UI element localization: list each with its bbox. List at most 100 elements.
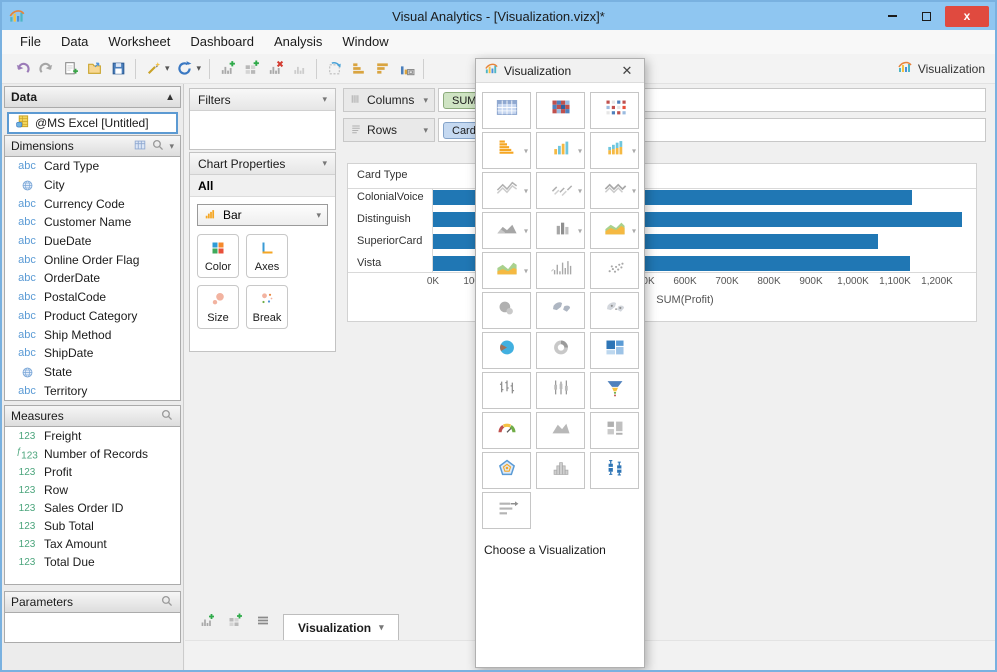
viz-type-funnel[interactable] [590, 372, 639, 409]
field-number-of-records[interactable]: ƒ123Number of Records [5, 445, 180, 463]
viz-type-box-plot[interactable] [590, 452, 639, 489]
viz-type-map[interactable] [536, 292, 585, 329]
viz-type-bar-stacked[interactable]: ▾ [590, 132, 639, 169]
viz-type-map-marks[interactable] [590, 292, 639, 329]
viz-type-bubble[interactable] [482, 292, 531, 329]
field-sales-order-id[interactable]: 123Sales Order ID [5, 499, 180, 517]
field-card-type[interactable]: abcCard Type [5, 157, 180, 176]
chevron-down-icon[interactable]: ▾ [578, 226, 582, 235]
viz-type-sparkline[interactable] [536, 252, 585, 289]
field-online-order-flag[interactable]: abcOnline Order Flag [5, 250, 180, 269]
refresh-icon[interactable] [173, 57, 197, 81]
viz-type-line-jump[interactable]: ▾ [590, 172, 639, 209]
field-product-category[interactable]: abcProduct Category [5, 307, 180, 326]
chevron-down-icon[interactable]: ▾ [632, 146, 636, 155]
chevron-down-icon[interactable]: ▾ [322, 158, 327, 169]
viz-type-stock-hlc[interactable] [482, 372, 531, 409]
chevron-down-icon[interactable]: ▾ [423, 95, 428, 106]
tab-visualization[interactable]: Visualization ▾ [283, 614, 399, 640]
field-profit[interactable]: 123Profit [5, 463, 180, 481]
delete-worksheet-icon[interactable] [263, 57, 287, 81]
add-dashboard-icon[interactable] [239, 57, 263, 81]
viz-type-donut[interactable] [536, 332, 585, 369]
viz-type-bar-horizontal[interactable]: ▾ [482, 132, 531, 169]
maximize-button[interactable] [909, 6, 943, 26]
search-icon[interactable] [160, 594, 174, 611]
chart-properties-header[interactable]: Chart Properties ▾ [190, 153, 335, 175]
field-shipdate[interactable]: abcShipDate [5, 344, 180, 363]
viz-type-bullet[interactable] [482, 492, 531, 529]
add-dashboard-icon[interactable] [223, 609, 247, 633]
viz-type-pie[interactable] [482, 332, 531, 369]
viz-type-radar[interactable] [482, 452, 531, 489]
viz-type-heat-map[interactable] [536, 92, 585, 129]
field-duedate[interactable]: abcDueDate [5, 232, 180, 251]
size-button[interactable]: Size [197, 285, 239, 329]
viz-type-scatter[interactable] [590, 252, 639, 289]
filters-card-header[interactable]: Filters ▾ [190, 89, 335, 111]
viz-type-treemap[interactable] [590, 332, 639, 369]
break-button[interactable]: Break [246, 285, 288, 329]
field-row[interactable]: 123Row [5, 481, 180, 499]
viz-type-gauge[interactable] [482, 412, 531, 449]
field-orderdate[interactable]: abcOrderDate [5, 269, 180, 288]
view-data-grid-icon[interactable] [133, 138, 147, 155]
chevron-down-icon[interactable]: ▾ [632, 186, 636, 195]
dialog-close-icon[interactable]: ✕ [618, 63, 636, 79]
chevron-down-icon[interactable]: ▾ [524, 146, 528, 155]
viz-type-area-stacked[interactable]: ▾ [482, 252, 531, 289]
search-icon[interactable] [160, 408, 174, 425]
color-button[interactable]: Color [197, 234, 239, 278]
field-total-due[interactable]: 123Total Due [5, 553, 180, 571]
viz-type-highlight-table[interactable] [590, 92, 639, 129]
viz-type-area-discrete[interactable]: ▾ [482, 212, 531, 249]
chart-presentation-icon[interactable] [394, 57, 418, 81]
viz-type-stock-candlestick[interactable] [536, 372, 585, 409]
viz-type-bar-vertical[interactable]: ▾ [536, 132, 585, 169]
field-sub-total[interactable]: 123Sub Total [5, 517, 180, 535]
viz-type-line[interactable]: ▾ [482, 172, 531, 209]
sort-descending-icon[interactable] [370, 57, 394, 81]
chevron-down-icon[interactable]: ▾ [578, 146, 582, 155]
field-city[interactable]: City [5, 176, 180, 195]
duplicate-worksheet-icon[interactable] [287, 57, 311, 81]
chevron-down-icon[interactable]: ▾ [632, 226, 636, 235]
chevron-down-icon[interactable]: ▾ [423, 125, 428, 136]
chevron-down-icon[interactable]: ▾ [578, 186, 582, 195]
search-icon[interactable] [151, 138, 165, 155]
sort-ascending-icon[interactable] [346, 57, 370, 81]
worksheet-list-icon[interactable] [251, 609, 275, 633]
field-ship-method[interactable]: abcShip Method [5, 325, 180, 344]
chevron-down-icon[interactable]: ▾ [524, 186, 528, 195]
viz-type-column-range[interactable]: ▾ [536, 212, 585, 249]
menu-item-dashboard[interactable]: Dashboard [180, 30, 264, 54]
connect-icon[interactable] [141, 57, 165, 81]
close-button[interactable]: x [945, 6, 989, 27]
chart-type-select[interactable]: Bar ▾ [197, 204, 328, 226]
viz-type-table[interactable] [482, 92, 531, 129]
chevron-down-icon[interactable]: ▾ [524, 226, 528, 235]
toolbar-dropdown-caret[interactable]: ▾ [197, 63, 205, 74]
open-icon[interactable] [82, 57, 106, 81]
axes-button[interactable]: Axes [246, 234, 288, 278]
rows-shelf-label[interactable]: Rows ▾ [343, 118, 435, 142]
chevron-down-icon[interactable]: ▾ [322, 94, 327, 105]
toolbar-dropdown-caret[interactable]: ▾ [165, 63, 173, 74]
undo-icon[interactable] [10, 57, 34, 81]
sort-updown-icon[interactable]: ▲ [165, 92, 174, 103]
chevron-down-icon[interactable]: ▾ [524, 266, 528, 275]
field-freight[interactable]: 123Freight [5, 427, 180, 445]
swap-axes-icon[interactable] [322, 57, 346, 81]
field-tax-amount[interactable]: 123Tax Amount [5, 535, 180, 553]
menu-item-analysis[interactable]: Analysis [264, 30, 332, 54]
add-worksheet-icon[interactable] [195, 609, 219, 633]
data-source-item[interactable]: @MS Excel [Untitled] [7, 112, 178, 134]
add-worksheet-icon[interactable] [215, 57, 239, 81]
save-icon[interactable] [106, 57, 130, 81]
new-worksheet-file-icon[interactable] [58, 57, 82, 81]
viz-type-histogram[interactable] [536, 452, 585, 489]
field-postalcode[interactable]: abcPostalCode [5, 288, 180, 307]
columns-shelf-label[interactable]: Columns ▾ [343, 88, 435, 112]
viz-type-dashboard-layout[interactable] [590, 412, 639, 449]
viz-type-area-mono[interactable] [536, 412, 585, 449]
